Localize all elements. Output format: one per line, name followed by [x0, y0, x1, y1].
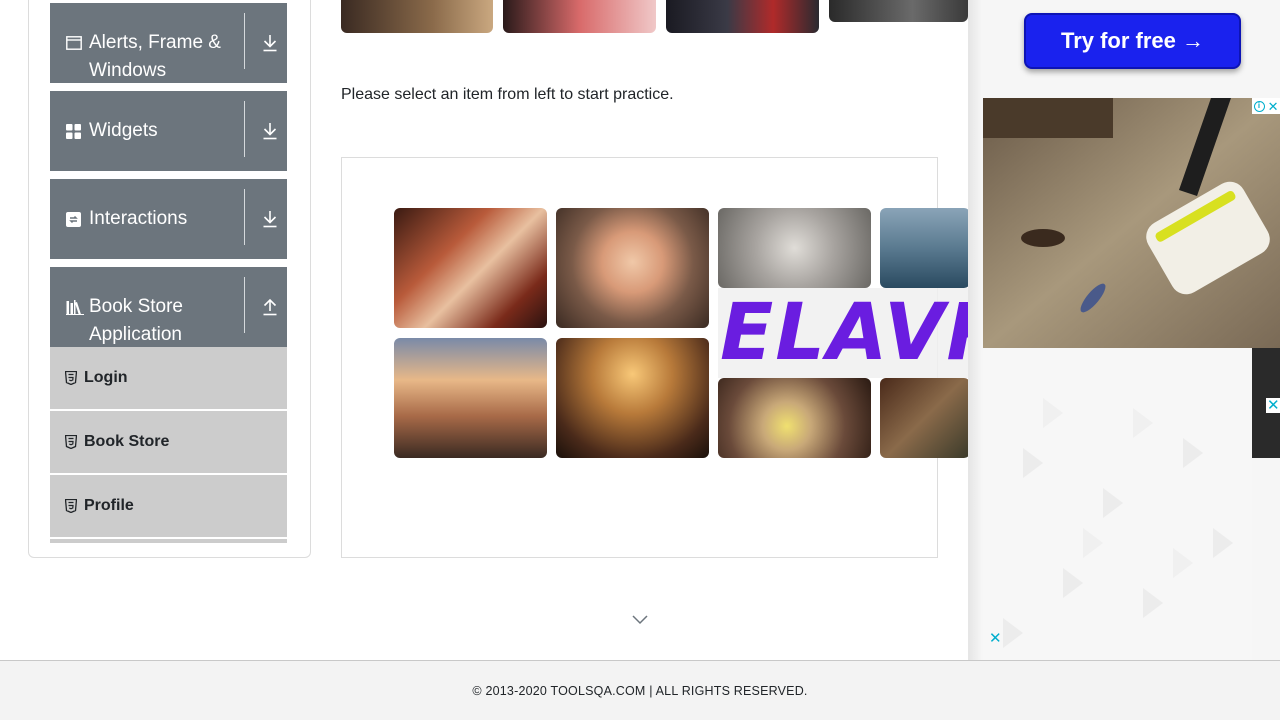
footer: © 2013-2020 TOOLSQA.COM | ALL RIGHTS RES…	[0, 660, 1280, 720]
group-label: Alerts, Frame & Windows	[89, 32, 221, 81]
library-icon	[66, 267, 84, 347]
top-ad-strip[interactable]	[341, 0, 968, 33]
widgets-icon	[66, 91, 84, 171]
try-for-free-button[interactable]: Try for free →	[1024, 13, 1241, 69]
ad-image	[880, 378, 968, 458]
chevron-down-icon[interactable]	[630, 613, 650, 632]
ad-banner-image[interactable]	[983, 98, 1280, 348]
ad-image	[556, 338, 709, 458]
html5-icon	[64, 499, 78, 513]
ad-image	[341, 0, 493, 33]
download-arrow-icon[interactable]	[259, 91, 281, 171]
interactions-icon	[66, 179, 84, 259]
html5-icon	[64, 371, 78, 385]
upload-arrow-icon[interactable]	[259, 267, 281, 347]
ad-image	[666, 0, 819, 33]
group-interactions[interactable]: Interactions	[50, 179, 287, 259]
group-divider	[244, 277, 245, 333]
group-alerts-frame-windows[interactable]: Alerts, Frame & Windows	[50, 3, 287, 83]
group-label: Book Store Application	[89, 296, 183, 345]
book-store-menu: Login Book Store Profile	[50, 347, 287, 543]
group-divider	[244, 189, 245, 245]
group-widgets[interactable]: Widgets	[50, 91, 287, 171]
html5-icon	[64, 435, 78, 449]
group-book-store-application[interactable]: Book Store Application	[50, 267, 287, 347]
ad-image	[394, 208, 547, 328]
info-icon[interactable]: i	[1253, 100, 1265, 112]
group-label: Interactions	[89, 208, 188, 229]
left-panel: Alerts, Frame & Windows Widgets Interact…	[28, 0, 311, 558]
ad-image	[718, 208, 871, 288]
download-arrow-icon[interactable]	[259, 3, 281, 83]
ad-image	[880, 208, 968, 288]
menu-item-login[interactable]: Login	[50, 347, 287, 411]
ad-image	[829, 0, 968, 22]
menu-item-label: Book Store	[84, 433, 170, 450]
group-label: Widgets	[89, 120, 158, 141]
menu-item-label: Login	[84, 369, 128, 386]
footer-copyright: © 2013-2020 TOOLSQA.COM | ALL RIGHTS RES…	[472, 683, 808, 698]
group-divider	[244, 13, 245, 69]
ad-choices-badge[interactable]: i ✕	[1252, 98, 1280, 114]
ad-image	[718, 378, 871, 458]
ad-image	[394, 338, 547, 458]
close-icon[interactable]: ✕	[1268, 100, 1279, 113]
ad-collage[interactable]: ELAVR	[394, 208, 968, 458]
ad-brand-text: ELAVR	[718, 288, 968, 378]
ad-image	[503, 0, 656, 33]
group-divider	[244, 101, 245, 157]
ad-brand-label: ELAVR	[720, 288, 968, 378]
window-icon	[66, 3, 84, 83]
menu-item-book-store[interactable]: Book Store	[50, 411, 287, 475]
close-icon[interactable]: ✕	[989, 631, 1002, 646]
download-arrow-icon[interactable]	[259, 179, 281, 259]
ad-pattern-background	[983, 348, 1252, 660]
menu-item-profile[interactable]: Profile	[50, 475, 287, 539]
practice-instruction: Please select an item from left to start…	[341, 86, 674, 103]
close-icon[interactable]: ✕	[1266, 398, 1280, 413]
ad-image	[556, 208, 709, 328]
menu-item-label: Profile	[84, 497, 134, 514]
menu-item-partial[interactable]	[50, 539, 287, 543]
column-shadow	[968, 0, 982, 660]
